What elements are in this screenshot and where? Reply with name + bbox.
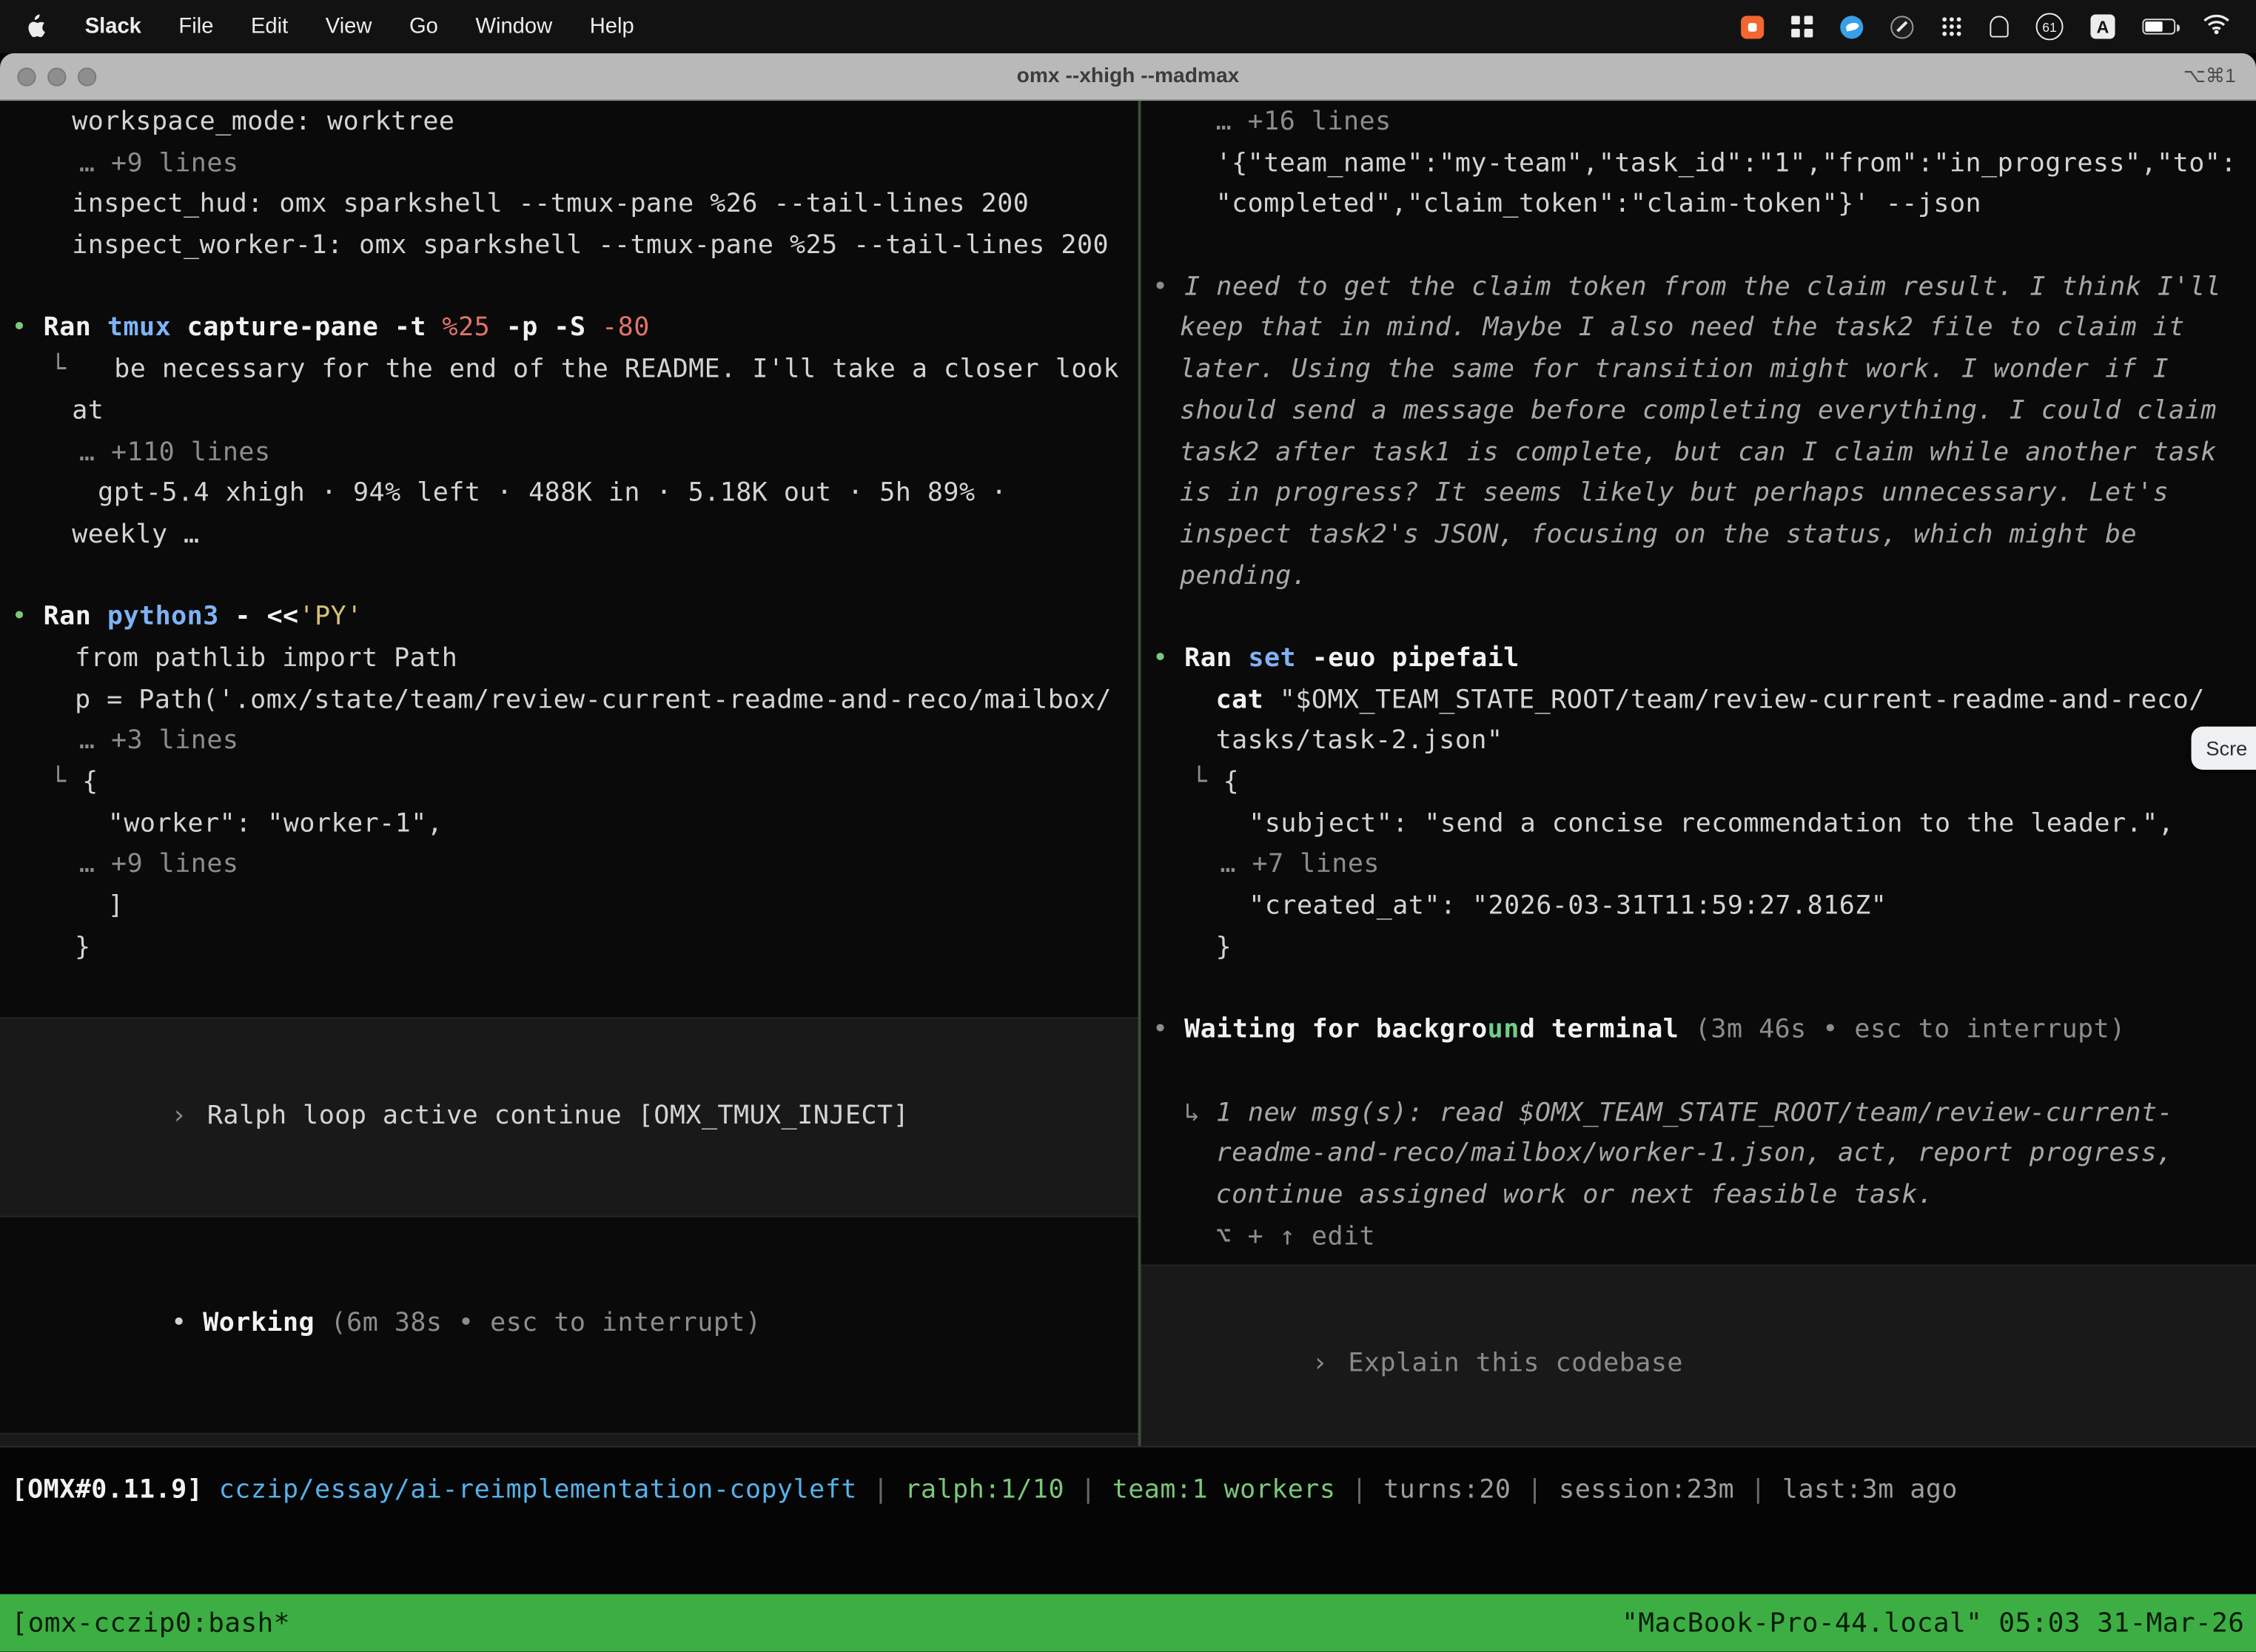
- close-button[interactable]: [17, 67, 36, 85]
- screen-record-icon[interactable]: [1741, 15, 1764, 38]
- terminal-line: "created_at": "2026-03-31T11:59:27.816Z": [1141, 887, 2256, 928]
- menu-app-name[interactable]: Slack: [66, 14, 160, 38]
- omx-status-line: [OMX#0.11.9] cczip/essay/ai-reimplementa…: [0, 1471, 2256, 1512]
- zoom-button[interactable]: [78, 67, 96, 85]
- terminal-line: … +7 lines: [1141, 845, 2256, 887]
- terminal-window: omx --xhigh --madmax ⌥⌘1 workspace_mode:…: [0, 53, 2256, 1652]
- macos-menu-bar: Slack File Edit View Go Window Help 61 A: [0, 0, 2256, 53]
- terminal-line: }: [0, 927, 1138, 969]
- terminal-line: "worker": "worker-1",: [0, 804, 1138, 845]
- menu-file[interactable]: File: [160, 14, 232, 38]
- terminal-line: … +110 lines: [0, 432, 1138, 474]
- dots-grid-icon[interactable]: [1941, 16, 1962, 37]
- desktop: Slack File Edit View Go Window Help 61 A: [0, 0, 2256, 1652]
- right-pane: … +16 lines'{"team_name":"my-team","task…: [1141, 101, 2256, 1446]
- terminal-line: keep that in mind. Maybe I also need the…: [1141, 309, 2256, 350]
- terminal-line: … +16 lines: [1141, 102, 2256, 144]
- terminal-line: workspace_mode: worktree: [0, 102, 1138, 144]
- tmux-host-time: "MacBook-Pro-44.local" 05:03 31-Mar-26: [1622, 1608, 2244, 1638]
- terminal-line: └ {: [0, 762, 1138, 804]
- right-pane-scrollback: … +16 lines'{"team_name":"my-team","task…: [1141, 101, 2256, 1258]
- dark-app-icon[interactable]: [1890, 15, 1913, 38]
- swift-icon[interactable]: [1840, 15, 1863, 38]
- left-pane: workspace_mode: worktree… +9 linesinspec…: [0, 101, 1138, 1446]
- terminal-line: [1141, 226, 2256, 267]
- input-source-icon[interactable]: A: [2090, 14, 2115, 38]
- terminal-line: ↳ 1 new msg(s): read $OMX_TEAM_STATE_ROO…: [1141, 1092, 2256, 1134]
- terminal-line: weekly …: [0, 515, 1138, 557]
- window-title: omx --xhigh --madmax: [1017, 64, 1240, 87]
- ralph-loop-banner: › Ralph loop active continue [OMX_TMUX_IN…: [0, 1018, 1138, 1216]
- terminal-line: [0, 556, 1138, 597]
- terminal-line: readme-and-reco/mailbox/worker-1.json, a…: [1141, 1134, 2256, 1175]
- terminal-line: '{"team_name":"my-team","task_id":"1","f…: [1141, 144, 2256, 185]
- menu-help[interactable]: Help: [571, 14, 653, 38]
- terminal-line: at: [0, 391, 1138, 432]
- screenshot-notification[interactable]: Scre: [2192, 727, 2256, 770]
- window-shortcut-hint: ⌥⌘1: [2183, 64, 2236, 87]
- menu-window[interactable]: Window: [457, 14, 571, 38]
- tmux-session-label: [omx-cczip0:bash*: [12, 1608, 290, 1638]
- terminal-line: [1141, 1052, 2256, 1093]
- terminal-line: later. Using the same for transition mig…: [1141, 350, 2256, 392]
- terminal-line: "completed","claim_token":"claim-token"}…: [1141, 185, 2256, 226]
- terminal-line: • Ran python3 - <<'PY': [0, 597, 1138, 639]
- wifi-icon[interactable]: [2203, 13, 2230, 39]
- working-status: • Working (6m 38s • esc to interrupt): [0, 1263, 1138, 1386]
- terminal-line: └ be necessary for the end of the README…: [0, 350, 1138, 392]
- terminal-line: … +3 lines: [0, 721, 1138, 762]
- terminal-line: [0, 267, 1138, 309]
- terminal-line: should send a message before completing …: [1141, 391, 2256, 432]
- battery-percentage-badge[interactable]: 61: [2036, 13, 2064, 40]
- terminal-line: • Ran tmux capture-pane -t %25 -p -S -80: [0, 309, 1138, 350]
- prompt-input-left[interactable]: ›Improve documentation in @filename: [0, 1432, 1138, 1446]
- terminal-line: is in progress? It seems likely but perh…: [1141, 474, 2256, 515]
- ralph-loop-text: Ralph loop active continue [OMX_TMUX_INJ…: [207, 1101, 909, 1131]
- input-placeholder: Explain this codebase: [1348, 1348, 1683, 1378]
- terminal-line: }: [1141, 927, 2256, 969]
- terminal-line: continue assigned work or next feasible …: [1141, 1175, 2256, 1217]
- tmux-status-bar: [omx-cczip0:bash* "MacBook-Pro-44.local"…: [0, 1594, 2256, 1652]
- terminal-line: from pathlib import Path: [0, 639, 1138, 680]
- terminal-line: • Ran set -euo pipefail: [1141, 639, 2256, 680]
- left-pane-scrollback: workspace_mode: worktree… +9 linesinspec…: [0, 101, 1138, 969]
- terminal-line: inspect_hud: omx sparkshell --tmux-pane …: [0, 185, 1138, 226]
- terminal-line: p = Path('.omx/state/team/review-current…: [0, 680, 1138, 722]
- terminal-content: workspace_mode: worktree… +9 linesinspec…: [0, 101, 2256, 1446]
- terminal-line: • Waiting for background terminal (3m 46…: [1141, 1010, 2256, 1052]
- terminal-line: ⌥ + ↑ edit: [1141, 1217, 2256, 1258]
- menu-view[interactable]: View: [307, 14, 391, 38]
- omx-status-bar: [OMX#0.11.9] cczip/essay/ai-reimplementa…: [0, 1446, 2256, 1594]
- terminal-line: [1141, 969, 2256, 1010]
- menu-edit[interactable]: Edit: [232, 14, 307, 38]
- terminal-line: • I need to get the claim token from the…: [1141, 267, 2256, 309]
- terminal-line: … +9 lines: [0, 144, 1138, 185]
- terminal-line: gpt-5.4 xhigh · 94% left · 488K in · 5.1…: [0, 474, 1138, 515]
- terminal-line: [1141, 597, 2256, 639]
- prompt-chevron: ›: [1312, 1348, 1329, 1378]
- prompt-input-right[interactable]: › Explain this codebase: [1141, 1265, 2256, 1446]
- minimize-button[interactable]: [47, 67, 66, 85]
- window-titlebar[interactable]: omx --xhigh --madmax ⌥⌘1: [0, 53, 2256, 101]
- terminal-line: └ {: [1141, 762, 2256, 804]
- battery-icon[interactable]: [2142, 19, 2175, 34]
- apple-menu-icon[interactable]: [14, 14, 66, 38]
- terminal-line: inspect_worker-1: omx sparkshell --tmux-…: [0, 226, 1138, 267]
- terminal-line: "subject": "send a concise recommendatio…: [1141, 804, 2256, 845]
- terminal-line: cat "$OMX_TEAM_STATE_ROOT/team/review-cu…: [1141, 680, 2256, 722]
- terminal-line: tasks/task-2.json": [1141, 721, 2256, 762]
- working-label: Working: [203, 1308, 315, 1338]
- terminal-line: pending.: [1141, 556, 2256, 597]
- ghost-icon[interactable]: [1990, 16, 2008, 37]
- terminal-line: [OMX#0.11.9] cczip/essay/ai-reimplementa…: [0, 1471, 2256, 1512]
- terminal-line: task2 after task1 is complete, but can I…: [1141, 432, 2256, 474]
- working-bullet: •: [171, 1308, 203, 1338]
- menu-go[interactable]: Go: [391, 14, 457, 38]
- terminal-line: inspect task2's JSON, focusing on the st…: [1141, 515, 2256, 557]
- prompt-chevron: ›: [171, 1101, 187, 1131]
- terminal-line: … +9 lines: [0, 845, 1138, 887]
- window-grid-icon[interactable]: [1791, 16, 1813, 37]
- terminal-line: ]: [0, 887, 1138, 928]
- working-detail: (6m 38s • esc to interrupt): [315, 1308, 761, 1338]
